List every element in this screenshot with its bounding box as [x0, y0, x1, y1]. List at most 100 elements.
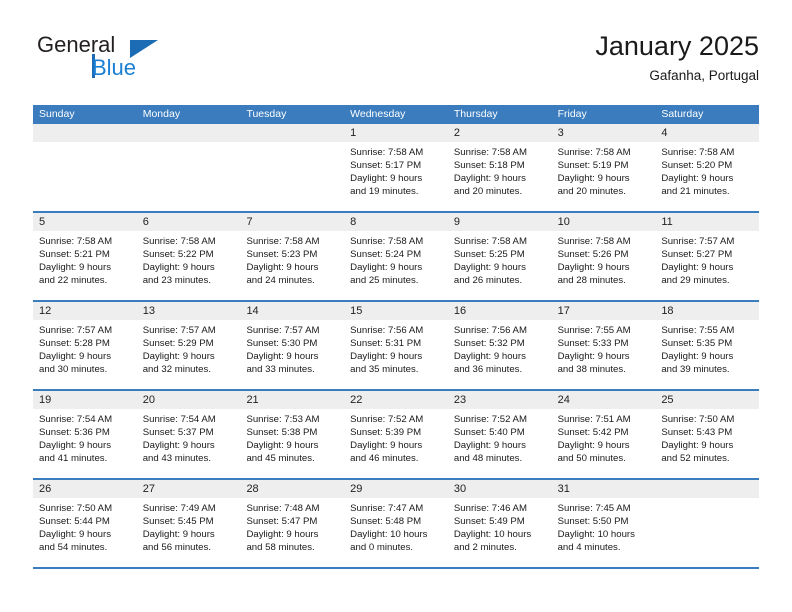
- day-cell[interactable]: 22 Sunrise: 7:52 AM Sunset: 5:39 PM Dayl…: [344, 391, 448, 478]
- sunrise-text: Sunrise: 7:49 AM: [142, 503, 216, 514]
- daylight-text-line2: and 20 minutes.: [453, 186, 523, 197]
- daylight-text-line1: Daylight: 9 hours: [246, 529, 319, 540]
- daylight-text-line1: Daylight: 9 hours: [142, 262, 215, 273]
- sunset-text: Sunset: 5:36 PM: [39, 427, 110, 438]
- daylight-text-line2: and 0 minutes.: [350, 542, 414, 553]
- day-cell[interactable]: 27 Sunrise: 7:49 AM Sunset: 5:45 PM Dayl…: [136, 480, 241, 567]
- daylight-text-line2: and 38 minutes.: [557, 364, 626, 375]
- sunrise-text: Sunrise: 7:58 AM: [557, 147, 631, 158]
- sunset-text: Sunset: 5:20 PM: [661, 160, 733, 171]
- daylight-text-line2: and 39 minutes.: [661, 364, 730, 375]
- day-number: 26: [33, 480, 137, 498]
- daylight-text-line2: and 30 minutes.: [39, 364, 108, 375]
- day-cell[interactable]: 26 Sunrise: 7:50 AM Sunset: 5:44 PM Dayl…: [33, 480, 137, 567]
- daylight-text-line2: and 20 minutes.: [557, 186, 626, 197]
- day-cell[interactable]: 1 Sunrise: 7:58 AM Sunset: 5:17 PM Dayli…: [344, 124, 448, 211]
- day-cell[interactable]: 12 Sunrise: 7:57 AM Sunset: 5:28 PM Dayl…: [33, 302, 137, 389]
- week-row: 19 Sunrise: 7:54 AM Sunset: 5:36 PM Dayl…: [33, 391, 760, 480]
- day-number: 28: [240, 480, 345, 498]
- sunset-text: Sunset: 5:19 PM: [557, 160, 629, 171]
- day-cell[interactable]: 17 Sunrise: 7:55 AM Sunset: 5:33 PM Dayl…: [551, 302, 656, 389]
- weekday-header-wednesday: Wednesday: [350, 108, 406, 120]
- day-cell[interactable]: 21 Sunrise: 7:53 AM Sunset: 5:38 PM Dayl…: [240, 391, 345, 478]
- day-cell[interactable]: 25 Sunrise: 7:50 AM Sunset: 5:43 PM Dayl…: [655, 391, 760, 478]
- day-cell[interactable]: 8 Sunrise: 7:58 AM Sunset: 5:24 PM Dayli…: [344, 213, 448, 300]
- day-info: Sunrise: 7:56 AM Sunset: 5:32 PM Dayligh…: [448, 320, 552, 376]
- day-info: Sunrise: 7:58 AM Sunset: 5:24 PM Dayligh…: [344, 231, 448, 287]
- daylight-text-line1: Daylight: 9 hours: [557, 351, 630, 362]
- title-block: January 2025 Gafanha, Portugal: [595, 30, 759, 86]
- sunrise-text: Sunrise: 7:58 AM: [557, 236, 631, 247]
- day-number: [240, 124, 345, 142]
- day-number: 27: [136, 480, 241, 498]
- daylight-text-line1: Daylight: 10 hours: [453, 529, 532, 540]
- daylight-text-line2: and 52 minutes.: [661, 453, 730, 464]
- weekday-header-friday: Friday: [557, 108, 587, 120]
- day-cell[interactable]: [33, 124, 137, 211]
- day-cell[interactable]: 4 Sunrise: 7:58 AM Sunset: 5:20 PM Dayli…: [655, 124, 760, 211]
- daylight-text-line2: and 36 minutes.: [453, 364, 523, 375]
- day-cell[interactable]: 10 Sunrise: 7:58 AM Sunset: 5:26 PM Dayl…: [551, 213, 656, 300]
- day-cell[interactable]: 9 Sunrise: 7:58 AM Sunset: 5:25 PM Dayli…: [447, 213, 552, 300]
- day-cell[interactable]: 30 Sunrise: 7:46 AM Sunset: 5:49 PM Dayl…: [447, 480, 552, 567]
- day-cell[interactable]: 20 Sunrise: 7:54 AM Sunset: 5:37 PM Dayl…: [136, 391, 241, 478]
- daylight-text-line2: and 56 minutes.: [142, 542, 211, 553]
- day-cell[interactable]: 31 Sunrise: 7:45 AM Sunset: 5:50 PM Dayl…: [551, 480, 656, 567]
- day-cell[interactable]: 28 Sunrise: 7:48 AM Sunset: 5:47 PM Dayl…: [240, 480, 345, 567]
- daylight-text-line1: Daylight: 9 hours: [246, 262, 319, 273]
- daylight-text-line2: and 26 minutes.: [453, 275, 523, 286]
- day-cell[interactable]: 15 Sunrise: 7:56 AM Sunset: 5:31 PM Dayl…: [344, 302, 448, 389]
- day-number: 8: [344, 213, 448, 231]
- day-cell[interactable]: 6 Sunrise: 7:58 AM Sunset: 5:22 PM Dayli…: [136, 213, 241, 300]
- daylight-text-line2: and 43 minutes.: [142, 453, 211, 464]
- day-number: 2: [447, 124, 552, 142]
- day-cell[interactable]: 18 Sunrise: 7:55 AM Sunset: 5:35 PM Dayl…: [655, 302, 760, 389]
- day-cell[interactable]: [240, 124, 345, 211]
- day-cell[interactable]: 3 Sunrise: 7:58 AM Sunset: 5:19 PM Dayli…: [551, 124, 656, 211]
- sunset-text: Sunset: 5:22 PM: [142, 249, 214, 260]
- daylight-text-line2: and 46 minutes.: [350, 453, 419, 464]
- day-cell[interactable]: 2 Sunrise: 7:58 AM Sunset: 5:18 PM Dayli…: [447, 124, 552, 211]
- daylight-text-line2: and 54 minutes.: [39, 542, 108, 553]
- day-number: 18: [655, 302, 760, 320]
- sunset-text: Sunset: 5:40 PM: [453, 427, 525, 438]
- sunrise-text: Sunrise: 7:47 AM: [350, 503, 424, 514]
- day-cell[interactable]: 29 Sunrise: 7:47 AM Sunset: 5:48 PM Dayl…: [344, 480, 448, 567]
- daylight-text-line1: Daylight: 9 hours: [142, 351, 215, 362]
- daylight-text-line1: Daylight: 9 hours: [142, 440, 215, 451]
- day-cell[interactable]: [655, 480, 760, 567]
- day-cell[interactable]: 16 Sunrise: 7:56 AM Sunset: 5:32 PM Dayl…: [447, 302, 552, 389]
- daylight-text-line1: Daylight: 9 hours: [350, 262, 423, 273]
- day-cell[interactable]: [136, 124, 241, 211]
- sunrise-text: Sunrise: 7:53 AM: [246, 414, 320, 425]
- sunrise-text: Sunrise: 7:57 AM: [661, 236, 735, 247]
- daylight-text-line1: Daylight: 9 hours: [557, 440, 630, 451]
- day-cell[interactable]: 24 Sunrise: 7:51 AM Sunset: 5:42 PM Dayl…: [551, 391, 656, 478]
- day-info: Sunrise: 7:58 AM Sunset: 5:18 PM Dayligh…: [448, 142, 552, 198]
- sunset-text: Sunset: 5:44 PM: [39, 516, 110, 527]
- daylight-text-line2: and 28 minutes.: [557, 275, 626, 286]
- day-info: Sunrise: 7:50 AM Sunset: 5:43 PM Dayligh…: [655, 409, 759, 465]
- sunset-text: Sunset: 5:35 PM: [661, 338, 733, 349]
- sunrise-text: Sunrise: 7:56 AM: [350, 325, 424, 336]
- day-info: Sunrise: 7:47 AM Sunset: 5:48 PM Dayligh…: [344, 498, 448, 554]
- daylight-text-line1: Daylight: 9 hours: [39, 262, 111, 273]
- day-info: Sunrise: 7:46 AM Sunset: 5:49 PM Dayligh…: [448, 498, 552, 554]
- day-info: Sunrise: 7:45 AM Sunset: 5:50 PM Dayligh…: [552, 498, 656, 554]
- day-info: Sunrise: 7:56 AM Sunset: 5:31 PM Dayligh…: [344, 320, 448, 376]
- day-number: 13: [136, 302, 241, 320]
- day-cell[interactable]: 13 Sunrise: 7:57 AM Sunset: 5:29 PM Dayl…: [136, 302, 241, 389]
- day-cell[interactable]: 23 Sunrise: 7:52 AM Sunset: 5:40 PM Dayl…: [447, 391, 552, 478]
- sunrise-text: Sunrise: 7:58 AM: [453, 236, 527, 247]
- day-cell[interactable]: 7 Sunrise: 7:58 AM Sunset: 5:23 PM Dayli…: [240, 213, 345, 300]
- daylight-text-line2: and 58 minutes.: [246, 542, 315, 553]
- day-cell[interactable]: 19 Sunrise: 7:54 AM Sunset: 5:36 PM Dayl…: [33, 391, 137, 478]
- sunset-text: Sunset: 5:18 PM: [453, 160, 525, 171]
- day-cell[interactable]: 11 Sunrise: 7:57 AM Sunset: 5:27 PM Dayl…: [655, 213, 760, 300]
- day-cell[interactable]: 5 Sunrise: 7:58 AM Sunset: 5:21 PM Dayli…: [33, 213, 137, 300]
- day-cell[interactable]: 14 Sunrise: 7:57 AM Sunset: 5:30 PM Dayl…: [240, 302, 345, 389]
- daylight-text-line1: Daylight: 9 hours: [453, 262, 526, 273]
- day-number: 7: [240, 213, 345, 231]
- sunset-text: Sunset: 5:49 PM: [453, 516, 525, 527]
- daylight-text-line2: and 41 minutes.: [39, 453, 108, 464]
